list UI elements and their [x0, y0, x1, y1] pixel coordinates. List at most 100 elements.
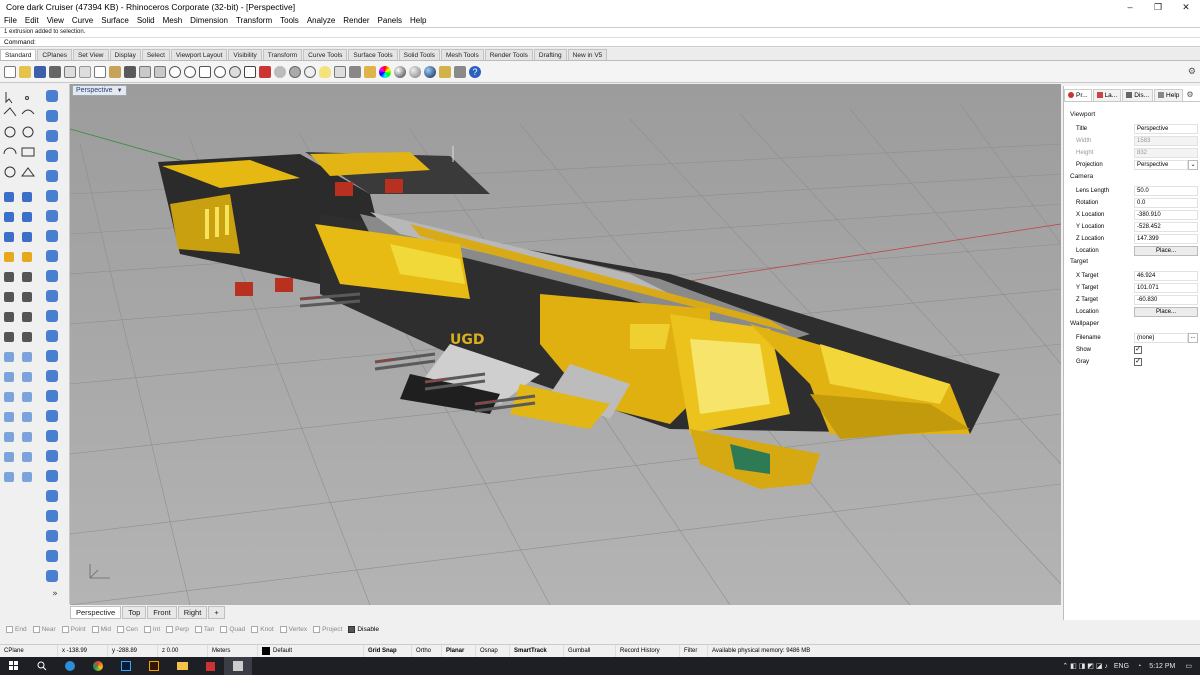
- osnap-project-checkbox[interactable]: [313, 625, 321, 633]
- camera-place-button[interactable]: Place...: [1134, 245, 1198, 256]
- help-icon[interactable]: ?: [469, 65, 481, 78]
- menu-view[interactable]: View: [43, 16, 68, 25]
- panel-tab-properties[interactable]: Pr...: [1064, 88, 1092, 101]
- left-tool-icons[interactable]: »: [0, 84, 70, 604]
- menu-mesh[interactable]: Mesh: [159, 16, 187, 25]
- viewport-title[interactable]: Perspective ▼: [72, 85, 127, 96]
- status-gumball[interactable]: Gumball: [564, 644, 616, 658]
- tab-select[interactable]: Select: [141, 49, 170, 60]
- viewport-tab-add[interactable]: +: [208, 605, 225, 619]
- menu-tools[interactable]: Tools: [276, 16, 303, 25]
- color-wheel-icon[interactable]: [379, 65, 391, 78]
- menu-solid[interactable]: Solid: [133, 16, 159, 25]
- tab-standard[interactable]: Standard: [0, 49, 37, 60]
- chrome-browser-icon[interactable]: [84, 657, 112, 675]
- target-place-button[interactable]: Place...: [1134, 306, 1198, 317]
- tray-language[interactable]: ENG: [1114, 663, 1129, 670]
- osnap-knot[interactable]: Knot: [251, 625, 274, 633]
- windows-start-icon[interactable]: [0, 657, 28, 675]
- import-icon[interactable]: [64, 65, 76, 78]
- osnap-cen-checkbox[interactable]: [116, 625, 124, 633]
- osnap-end[interactable]: End: [6, 625, 27, 633]
- search-icon[interactable]: [28, 657, 56, 675]
- panel-settings-icon[interactable]: ⚙: [1186, 90, 1193, 99]
- osnap-vertex-checkbox[interactable]: [279, 625, 287, 633]
- print-icon[interactable]: [49, 65, 61, 78]
- cut-icon[interactable]: [79, 65, 91, 78]
- osnap-perp-checkbox[interactable]: [166, 625, 174, 633]
- hide-icon[interactable]: [289, 65, 301, 78]
- title-field[interactable]: Perspective: [1134, 123, 1198, 134]
- status-units[interactable]: Meters: [208, 644, 258, 658]
- tab-viewport-layout[interactable]: Viewport Layout: [170, 49, 228, 60]
- tab-transform[interactable]: Transform: [262, 49, 303, 60]
- browse-button[interactable]: ...: [1188, 332, 1198, 343]
- status-smarttrack[interactable]: SmartTrack: [510, 644, 564, 658]
- perspective-viewport[interactable]: UGD: [70, 84, 1061, 605]
- show-checkbox[interactable]: ✓: [1134, 345, 1142, 354]
- four-views-icon[interactable]: [244, 65, 256, 78]
- panel-tab-display[interactable]: Dis...: [1122, 88, 1154, 101]
- filename-field[interactable]: (none): [1134, 332, 1188, 343]
- viewport-title-label[interactable]: Perspective: [76, 87, 113, 94]
- rotate-view-icon[interactable]: [229, 65, 241, 78]
- projection-select[interactable]: Perspective: [1134, 159, 1188, 170]
- osnap-mid[interactable]: Mid: [91, 625, 111, 633]
- rendered-sphere-icon[interactable]: [394, 65, 406, 78]
- new-icon[interactable]: [4, 65, 16, 78]
- osnap-tan-checkbox[interactable]: [194, 625, 202, 633]
- viewport-menu-arrow-icon[interactable]: ▼: [117, 88, 123, 94]
- status-grid-snap[interactable]: Grid Snap: [364, 644, 412, 658]
- menu-dimension[interactable]: Dimension: [186, 16, 232, 25]
- osnap-int-checkbox[interactable]: [143, 625, 151, 633]
- osnap-perp[interactable]: Perp: [166, 625, 189, 633]
- zoom-selected-icon[interactable]: [214, 65, 226, 78]
- viewport-tab-top[interactable]: Top: [122, 605, 147, 619]
- light-icon[interactable]: [319, 65, 331, 78]
- zoom-icon[interactable]: [169, 65, 181, 78]
- tab-solid-tools[interactable]: Solid Tools: [398, 49, 440, 60]
- x-target-field[interactable]: 46.924: [1134, 270, 1198, 281]
- status-layer[interactable]: Default: [258, 644, 364, 658]
- viewport-tab-right[interactable]: Right: [177, 605, 208, 619]
- tab-curve-tools[interactable]: Curve Tools: [303, 49, 348, 60]
- tray-wifi-icon[interactable]: ◔: [1137, 663, 1141, 670]
- tab-display[interactable]: Display: [109, 49, 141, 60]
- x-location-field[interactable]: -380.910: [1134, 209, 1198, 220]
- status-osnap[interactable]: Osnap: [476, 644, 510, 658]
- pan-hand-icon[interactable]: [139, 65, 151, 78]
- lock-icon[interactable]: [349, 65, 361, 78]
- illustrator-icon[interactable]: [140, 657, 168, 675]
- zoom-window-icon[interactable]: [184, 65, 196, 78]
- rotation-field[interactable]: 0.0: [1134, 197, 1198, 208]
- osnap-mid-checkbox[interactable]: [91, 625, 99, 633]
- tab-drafting[interactable]: Drafting: [533, 49, 567, 60]
- panel-tab-help[interactable]: Help: [1154, 88, 1184, 101]
- materials-icon[interactable]: [439, 65, 451, 78]
- osnap-vertex[interactable]: Vertex: [279, 625, 307, 633]
- osnap-disable-checkbox[interactable]: [348, 625, 356, 633]
- y-target-field[interactable]: 101.071: [1134, 282, 1198, 293]
- menu-analyze[interactable]: Analyze: [303, 16, 339, 25]
- menu-edit[interactable]: Edit: [21, 16, 43, 25]
- menu-transform[interactable]: Transform: [232, 16, 276, 25]
- open-icon[interactable]: [19, 65, 31, 78]
- osnap-quad[interactable]: Quad: [220, 625, 245, 633]
- move-icon[interactable]: [154, 65, 166, 78]
- osnap-int[interactable]: Int: [143, 625, 160, 633]
- status-ortho[interactable]: Ortho: [412, 644, 442, 658]
- app-icon[interactable]: [196, 657, 224, 675]
- menu-panels[interactable]: Panels: [374, 16, 406, 25]
- osnap-point[interactable]: Point: [61, 625, 86, 633]
- tray-clock[interactable]: 5:12 PM: [1149, 663, 1175, 670]
- osnap-tan[interactable]: Tan: [194, 625, 214, 633]
- rhino-app-icon[interactable]: [224, 657, 252, 675]
- toolbar-settings-icon[interactable]: ⚙: [1188, 66, 1196, 77]
- render-icon[interactable]: [424, 65, 436, 78]
- menu-curve[interactable]: Curve: [68, 16, 97, 25]
- tab-new-in-v5[interactable]: New in V5: [567, 49, 608, 60]
- gray-checkbox[interactable]: ✓: [1134, 357, 1142, 366]
- status-record-history[interactable]: Record History: [616, 644, 680, 658]
- command-input[interactable]: [35, 38, 1200, 47]
- notification-icon[interactable]: ▭: [1185, 662, 1192, 670]
